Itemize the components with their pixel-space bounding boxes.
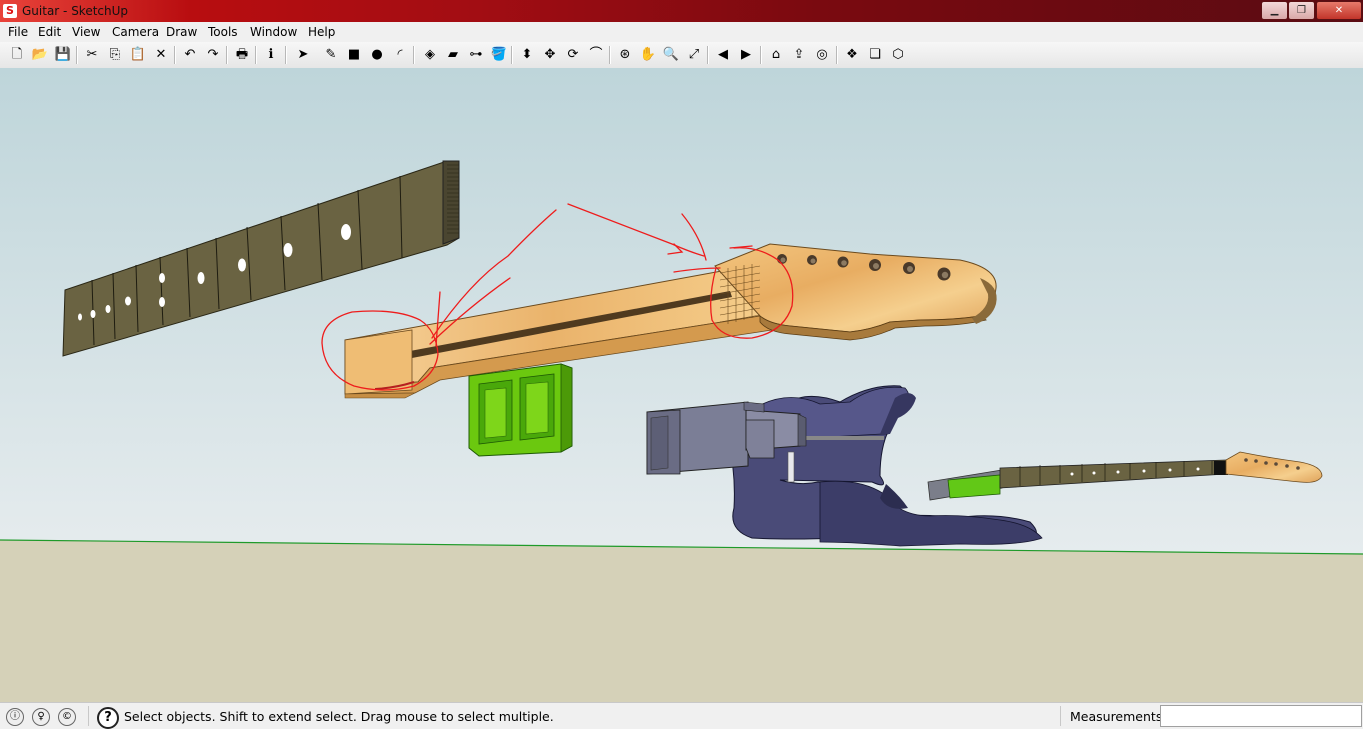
window-title: Guitar - SketchUp [22,4,129,18]
menu-help[interactable]: Help [308,25,335,39]
maximize-icon: ❐ [1297,5,1306,16]
scene-canvas[interactable] [0,68,1363,702]
toolbar-separator [255,46,257,64]
new-icon[interactable]: 🗋 [7,45,27,65]
rectangle-icon[interactable]: ■ [344,45,364,65]
neck-pocket-block[interactable] [468,363,573,457]
circle-icon[interactable]: ● [367,45,387,65]
credits-icon[interactable]: ♀ [32,708,50,726]
status-separator [88,706,89,726]
minimize-icon: ▁ [1270,5,1279,16]
menu-camera[interactable]: Camera [112,25,159,39]
toolbar-separator [285,46,287,64]
print-icon[interactable]: 🖶 [232,45,252,65]
tape-measure-icon[interactable]: ⊶ [466,45,486,65]
share-model-icon[interactable]: ⇪ [789,45,809,65]
toolbar-separator [76,46,78,64]
toolbar-separator [413,46,415,64]
toolbar-separator [760,46,762,64]
toolbar-separator [609,46,611,64]
toolbar-separator [707,46,709,64]
copy-icon[interactable]: ⎘ [105,45,125,65]
pan-hand-icon[interactable]: ✋ [638,45,658,65]
redo-icon[interactable]: ↷ [203,45,223,65]
close-button[interactable]: ✕ [1316,1,1362,20]
open-icon[interactable]: 📂 [30,45,50,65]
next-view-icon[interactable]: ▶ [736,45,756,65]
toolbar: 🗋 📂 💾 ✂ ⎘ 📋 ✕ ↶ ↷ 🖶 ℹ ➤ ✎ ■ ● ◜ ◈ ▰ ⊶ 🪣 ⬍ ✥ ⟳ ⌒ ⊛ ✋ 🔍 ⤢ ◀ ▶ ⌂ ⇪ ◎ ❖ ❏ ⬡ [0,42,1363,69]
select-arrow-icon[interactable]: ➤ [293,45,313,65]
close-icon: ✕ [1334,5,1344,16]
copyright-icon[interactable]: © [58,708,76,726]
eraser-icon[interactable]: ▰ [443,45,463,65]
erase-icon[interactable]: ✕ [151,45,171,65]
measurements-label: Measurements [1070,709,1163,724]
paint-bucket-icon[interactable]: 🪣 [489,45,509,65]
model-info-icon[interactable]: ℹ [261,45,281,65]
menu-tools[interactable]: Tools [208,25,238,39]
get-models-icon[interactable]: ⌂ [766,45,786,65]
ground [0,540,1363,702]
warehouse-icon[interactable]: ◎ [812,45,832,65]
measurements-input[interactable] [1160,705,1362,727]
get-components-icon[interactable]: ❖ [842,45,862,65]
previous-view-icon[interactable]: ◀ [713,45,733,65]
offset-icon[interactable]: ⌒ [586,45,606,65]
arc-icon[interactable]: ◜ [390,45,410,65]
share-component-icon[interactable]: ❏ [865,45,885,65]
menu-edit[interactable]: Edit [38,25,61,39]
sketchup-logo-icon[interactable]: S [3,4,17,18]
zoom-icon[interactable]: 🔍 [661,45,681,65]
extension-icon[interactable]: ⬡ [888,45,908,65]
menu-view[interactable]: View [72,25,100,39]
status-bar: ⓘ ♀ © ? Select objects. Shift to extend … [0,702,1363,729]
rotate-icon[interactable]: ⟳ [563,45,583,65]
maximize-button[interactable]: ❐ [1288,1,1315,20]
orbit-icon[interactable]: ⊛ [615,45,635,65]
help-icon[interactable]: ? [97,707,119,729]
save-icon[interactable]: 💾 [53,45,73,65]
zoom-extents-icon[interactable]: ⤢ [684,45,704,65]
toolbar-separator [836,46,838,64]
toolbar-separator [226,46,228,64]
toolbar-separator [174,46,176,64]
status-message: Select objects. Shift to extend select. … [124,709,554,724]
title-bar: S Guitar - SketchUp ▁ ❐ ✕ [0,0,1363,22]
menu-file[interactable]: File [8,25,28,39]
undo-icon[interactable]: ↶ [180,45,200,65]
paste-icon[interactable]: 📋 [128,45,148,65]
geo-location-icon[interactable]: ⓘ [6,708,24,726]
line-pencil-icon[interactable]: ✎ [321,45,341,65]
menu-bar: File Edit View Camera Draw Tools Window Help [0,22,1363,42]
make-component-icon[interactable]: ◈ [420,45,440,65]
minimize-button[interactable]: ▁ [1261,1,1288,20]
menu-draw[interactable]: Draw [166,25,197,39]
model-viewport[interactable] [0,68,1363,702]
toolbar-separator [511,46,513,64]
status-separator [1060,706,1061,726]
cut-icon[interactable]: ✂ [82,45,102,65]
push-pull-icon[interactable]: ⬍ [517,45,537,65]
move-icon[interactable]: ✥ [540,45,560,65]
menu-window[interactable]: Window [250,25,297,39]
